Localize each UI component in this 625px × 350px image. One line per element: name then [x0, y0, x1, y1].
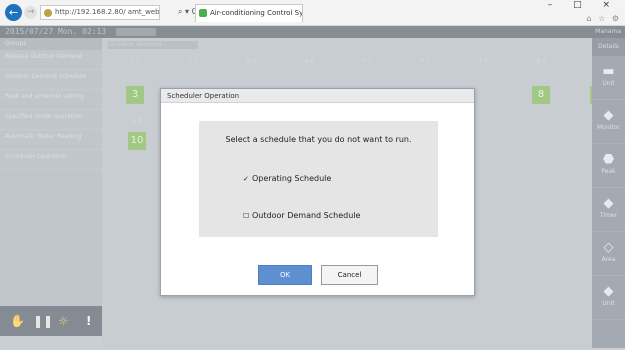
cancel-button[interactable]: Cancel	[321, 265, 378, 285]
tab-title: Air-conditioning Control Sy... ×	[210, 9, 303, 17]
forward-arrow-icon[interactable]: →	[24, 6, 37, 19]
back-arrow-icon[interactable]: ←	[5, 4, 22, 21]
outdoor-demand-schedule-label: Outdoor Demand Schedule	[252, 211, 361, 220]
outdoor-demand-schedule-checkbox[interactable]: ☐	[243, 211, 252, 221]
window-controls[interactable]: – □ ×	[548, 0, 619, 10]
tab-favicon-icon	[199, 9, 207, 17]
operating-schedule-checkbox[interactable]: ✓	[243, 174, 252, 184]
address-bar[interactable]: http://192.168.2.80/ amt_web/BaseForm.as…	[40, 5, 160, 20]
browser-tab[interactable]: Air-conditioning Control Sy... ×	[195, 4, 303, 22]
dialog-message: Select a schedule that you do not want t…	[225, 135, 412, 144]
dialog-title: Scheduler Operation	[161, 89, 474, 103]
address-text: http://192.168.2.80/ amt_web/BaseForm.as…	[55, 8, 160, 16]
site-icon	[44, 9, 52, 17]
browser-toolbar: ← → http://192.168.2.80/ amt_web/BaseFor…	[0, 0, 625, 26]
scheduler-operation-dialog: Scheduler Operation Select a schedule th…	[160, 88, 475, 296]
dialog-panel: Select a schedule that you do not want t…	[199, 121, 438, 237]
toolbar-icons[interactable]: ⌂ ☆ ⚙	[586, 14, 621, 23]
ok-button[interactable]: OK	[258, 265, 312, 285]
outdoor-demand-schedule-option[interactable]: ☐ Outdoor Demand Schedule	[243, 211, 360, 221]
operating-schedule-label: Operating Schedule	[252, 174, 332, 183]
operating-schedule-option[interactable]: ✓ Operating Schedule	[243, 174, 331, 184]
